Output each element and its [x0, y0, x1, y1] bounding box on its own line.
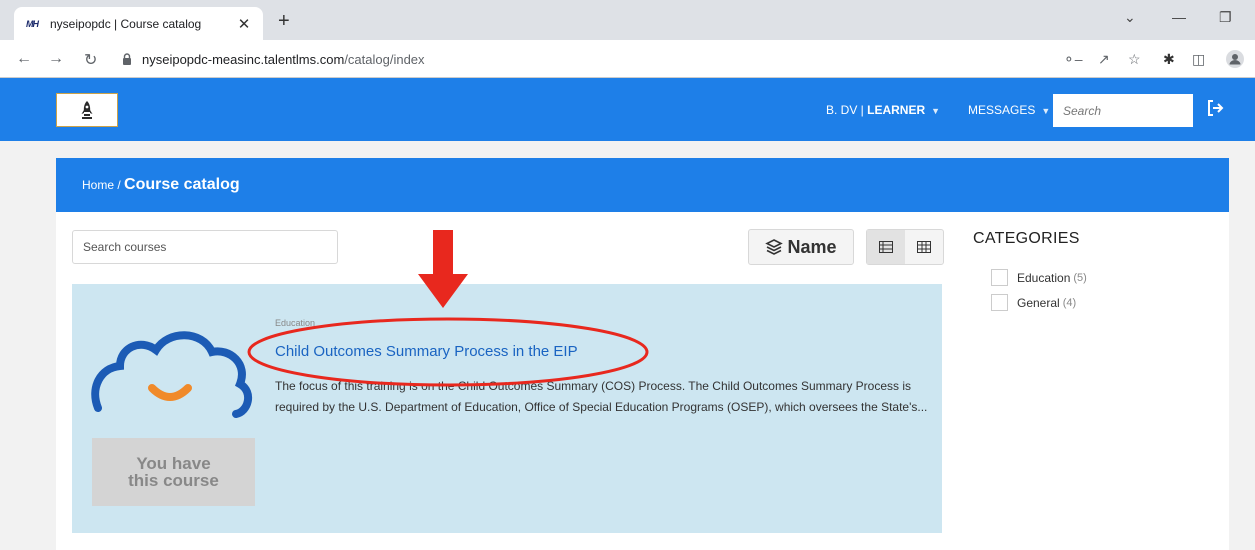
chevron-down-icon: ▼ [1041, 106, 1051, 116]
panel-header: Home / Course catalog [56, 158, 1229, 212]
lock-icon [123, 53, 131, 65]
reload-icon[interactable]: ↻ [84, 50, 97, 70]
category-count: (4) [1062, 296, 1077, 309]
browser-tabstrip: MH nyseipopdc | Course catalog ✕ + ⌄ — ❐ [0, 0, 1255, 40]
breadcrumb: Home / Course catalog [82, 176, 240, 194]
list-view-icon [879, 241, 893, 253]
annotation-arrow-icon [418, 230, 468, 308]
messages-menu[interactable]: MESSAGES ▼ [968, 103, 1050, 117]
forward-icon[interactable]: → [48, 50, 64, 68]
url-text: nyseipopdc-measinc.talentlms.com/catalog… [142, 52, 425, 67]
site-favicon-icon: MH [26, 18, 39, 29]
badge-line-2: this course [128, 471, 219, 490]
star-icon[interactable]: ☆ [1128, 51, 1141, 68]
rocket-icon [81, 101, 93, 119]
user-name: B. DV [826, 103, 858, 117]
sort-label: Name [787, 236, 837, 257]
breadcrumb-separator: / [117, 178, 121, 192]
user-menu[interactable]: B. DV | LEARNER ▼ [826, 103, 940, 117]
sort-by-name-button[interactable]: Name [748, 229, 854, 265]
restore-icon[interactable]: ❐ [1219, 9, 1232, 26]
tab-title: nyseipopdc | Course catalog [50, 16, 202, 31]
browser-toolbar: ← → ↻ nyseipopdc-measinc.talentlms.com/c… [0, 40, 1255, 78]
category-count: (5) [1073, 271, 1087, 284]
owned-course-badge: You have this course [92, 438, 255, 506]
browser-tab[interactable]: MH nyseipopdc | Course catalog ✕ [14, 7, 263, 40]
category-label: General [1017, 295, 1060, 310]
page-title: Course catalog [124, 176, 240, 193]
key-icon[interactable]: ⚬– [1063, 51, 1083, 68]
url-host: nyseipopdc-measinc.talentlms.com [142, 51, 345, 67]
list-view-button[interactable] [867, 230, 905, 264]
categories-title: CATEGORIES [973, 230, 1080, 247]
category-label: Education [1017, 270, 1071, 285]
minimize-icon[interactable]: — [1172, 9, 1186, 25]
annotation-circle-highlight [247, 317, 649, 387]
breadcrumb-home-link[interactable]: Home [82, 178, 114, 192]
category-checkbox[interactable] [991, 269, 1008, 286]
logout-icon[interactable] [1206, 99, 1224, 117]
new-tab-button[interactable]: + [278, 10, 290, 33]
header-search-input[interactable] [1053, 94, 1193, 127]
grid-view-button[interactable] [905, 230, 943, 264]
profile-icon[interactable] [1226, 50, 1244, 68]
category-education[interactable]: Education (5) [991, 269, 1087, 286]
messages-label: MESSAGES [968, 103, 1036, 117]
site-logo[interactable] [56, 93, 118, 127]
view-toggle [866, 229, 944, 265]
site-header: B. DV | LEARNER ▼ MESSAGES ▼ [0, 78, 1255, 141]
tab-close-icon[interactable]: ✕ [235, 15, 253, 33]
category-checkbox[interactable] [991, 294, 1008, 311]
course-thumbnail-cloud-icon[interactable] [90, 326, 255, 426]
tab-search-icon[interactable]: ⌄ [1124, 9, 1136, 26]
grid-view-icon [917, 241, 931, 253]
user-role: LEARNER [867, 103, 926, 117]
url-path: /catalog/index [344, 51, 425, 67]
category-general[interactable]: General (4) [991, 294, 1076, 311]
extensions-icon[interactable]: ✱ [1163, 51, 1175, 68]
badge-line-1: You have [136, 454, 211, 473]
address-bar[interactable]: nyseipopdc-measinc.talentlms.com/catalog… [122, 46, 1022, 72]
course-search-input[interactable] [72, 230, 338, 264]
share-icon[interactable]: ↗ [1098, 51, 1110, 68]
layers-icon [765, 239, 784, 255]
chevron-down-icon: ▼ [931, 106, 941, 116]
back-icon[interactable]: ← [16, 50, 32, 68]
side-panel-icon[interactable]: ◫ [1192, 51, 1205, 68]
